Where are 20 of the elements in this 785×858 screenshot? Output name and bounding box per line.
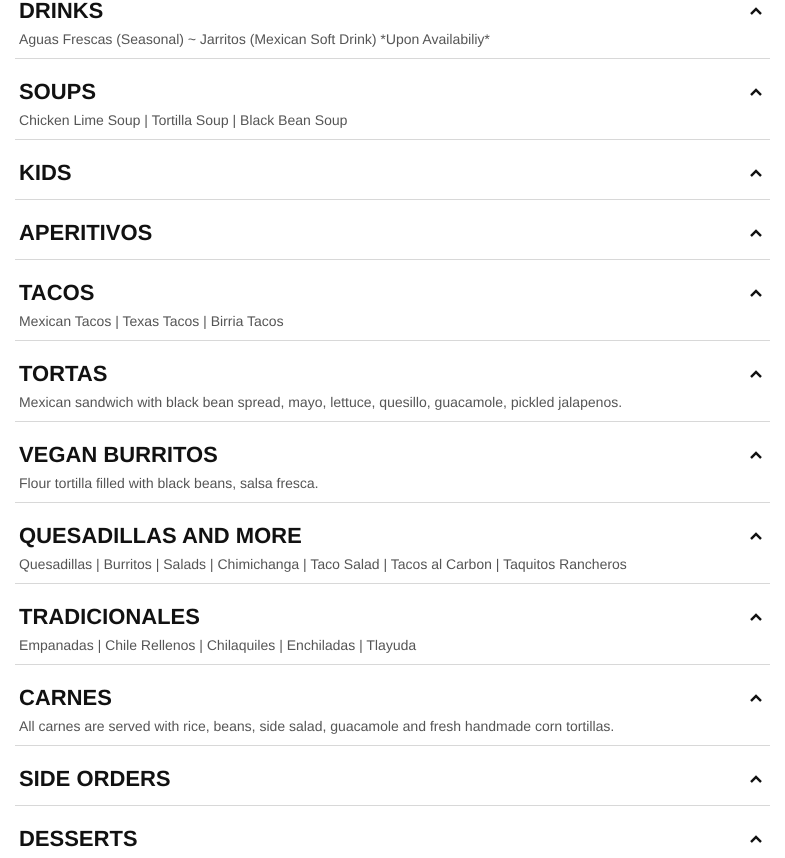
section-description: Quesadillas | Burritos | Salads | Chimichanga | Taco Salad | Tacos al Carbon | Taquitos Rancheros [19, 555, 628, 574]
section-title: TRADICIONALES [19, 604, 200, 630]
section-title: SIDE ORDERS [19, 766, 171, 792]
section-description: Aguas Frescas (Seasonal) ~ Jarritos (Mexican Soft Drink) *Upon Availabiliy* [19, 30, 491, 49]
section-title: QUESADILLAS AND MORE [19, 523, 302, 549]
section-title: DRINKS [19, 0, 104, 24]
section-title: APERITIVOS [19, 220, 152, 246]
section-title: VEGAN BURRITOS [19, 442, 218, 468]
section-description: Mexican sandwich with black bean spread, mayo, lettuce, quesillo, guacamole, pickled jalapenos. [19, 393, 624, 412]
section-title: DESSERTS [19, 826, 138, 852]
section-description: Chicken Lime Soup | Tortilla Soup | Black Bean Soup [19, 111, 348, 130]
section-description: All carnes are served with rice, beans, side salad, guacamole and fresh handmade corn tortillas. [19, 717, 616, 736]
section-description: Mexican Tacos | Texas Tacos | Birria Tacos [19, 312, 285, 331]
section-title: TORTAS [19, 361, 108, 387]
section-title: KIDS [19, 160, 72, 186]
section-description: Flour tortilla filled with black beans, salsa fresca. [19, 474, 320, 493]
section-title: CARNES [19, 685, 112, 711]
section-description: Empanadas | Chile Rellenos | Chilaquiles | Enchiladas | Tlayuda [19, 636, 418, 655]
section-title: TACOS [19, 280, 94, 306]
section-title: SOUPS [19, 79, 96, 105]
